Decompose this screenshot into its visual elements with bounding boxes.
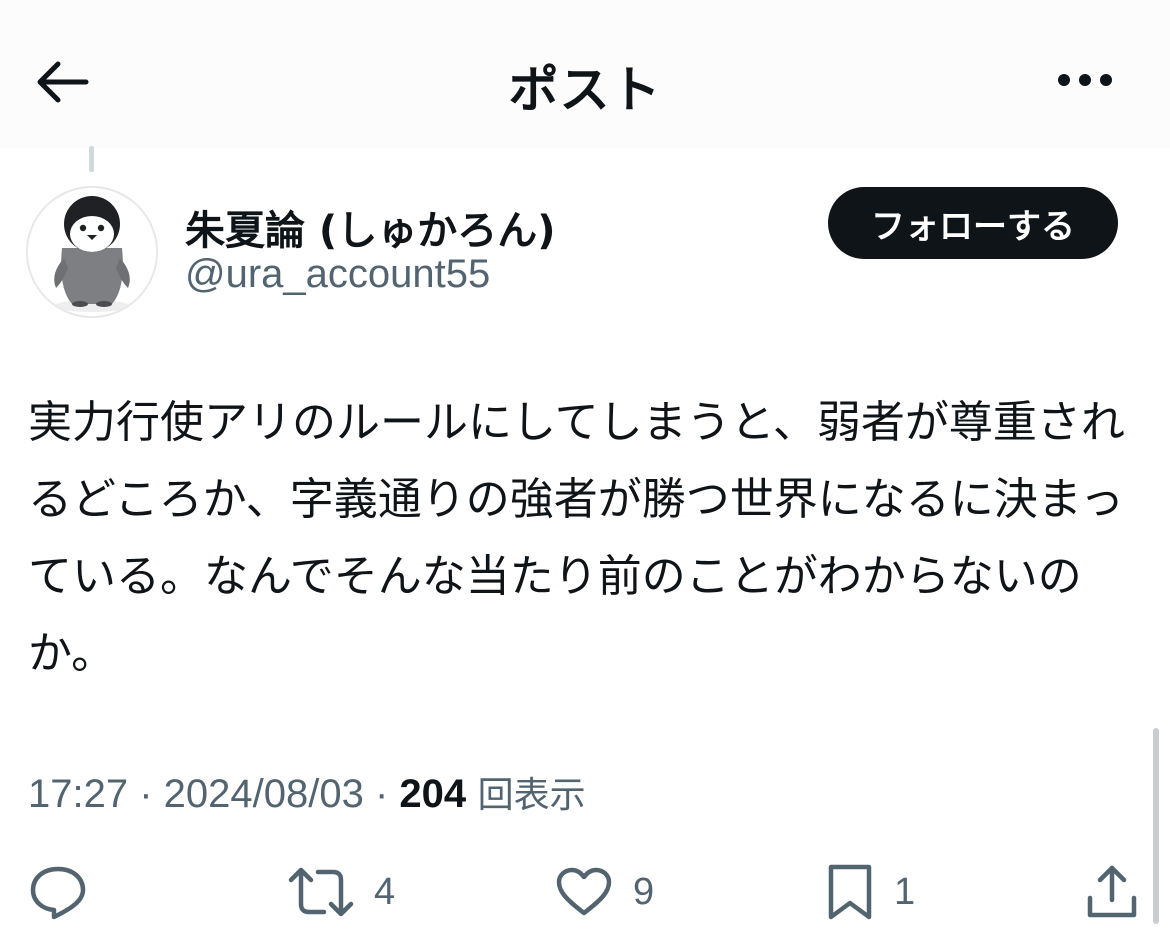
- avatar[interactable]: [26, 186, 158, 318]
- view-count[interactable]: 204: [399, 772, 466, 816]
- share-icon: [1087, 865, 1137, 918]
- retweet-button[interactable]: 4: [288, 862, 395, 922]
- post-date[interactable]: 2024/08/03: [164, 772, 364, 816]
- follow-button[interactable]: フォローする: [828, 187, 1118, 259]
- heart-icon: [556, 867, 612, 916]
- bookmark-icon: [828, 864, 872, 920]
- page-title: ポスト: [508, 61, 662, 119]
- more-button[interactable]: [1052, 60, 1118, 100]
- author-handle[interactable]: @ura_account55: [185, 252, 490, 297]
- retweet-icon: [288, 867, 354, 917]
- post-time[interactable]: 17:27: [28, 772, 128, 816]
- meta-separator: ·: [128, 772, 164, 816]
- like-button[interactable]: 9: [555, 862, 654, 922]
- post-meta: 17:27 · 2024/08/03 · 204 回表示: [28, 766, 586, 818]
- bookmark-button[interactable]: 1: [826, 862, 915, 922]
- share-button[interactable]: [1086, 862, 1138, 922]
- view-count-label: 回表示: [466, 775, 586, 816]
- more-horizontal-icon: [1058, 74, 1112, 86]
- scrollbar[interactable]: [1153, 728, 1159, 924]
- post-text: 実力行使アリのルールにしてしまうと、弱者が尊重されるどころか、字義通りの強者が勝…: [28, 397, 1125, 679]
- reply-button[interactable]: [28, 862, 88, 922]
- thread-connector: [89, 146, 94, 172]
- penguin-avatar: [54, 196, 130, 312]
- retweet-count: 4: [374, 870, 396, 913]
- like-count: 9: [633, 870, 655, 913]
- meta-separator: ·: [363, 772, 400, 816]
- bookmark-count: 1: [894, 870, 916, 913]
- reply-icon: [30, 866, 86, 920]
- author-display-name[interactable]: 朱夏論 (しゅかろん): [185, 198, 556, 256]
